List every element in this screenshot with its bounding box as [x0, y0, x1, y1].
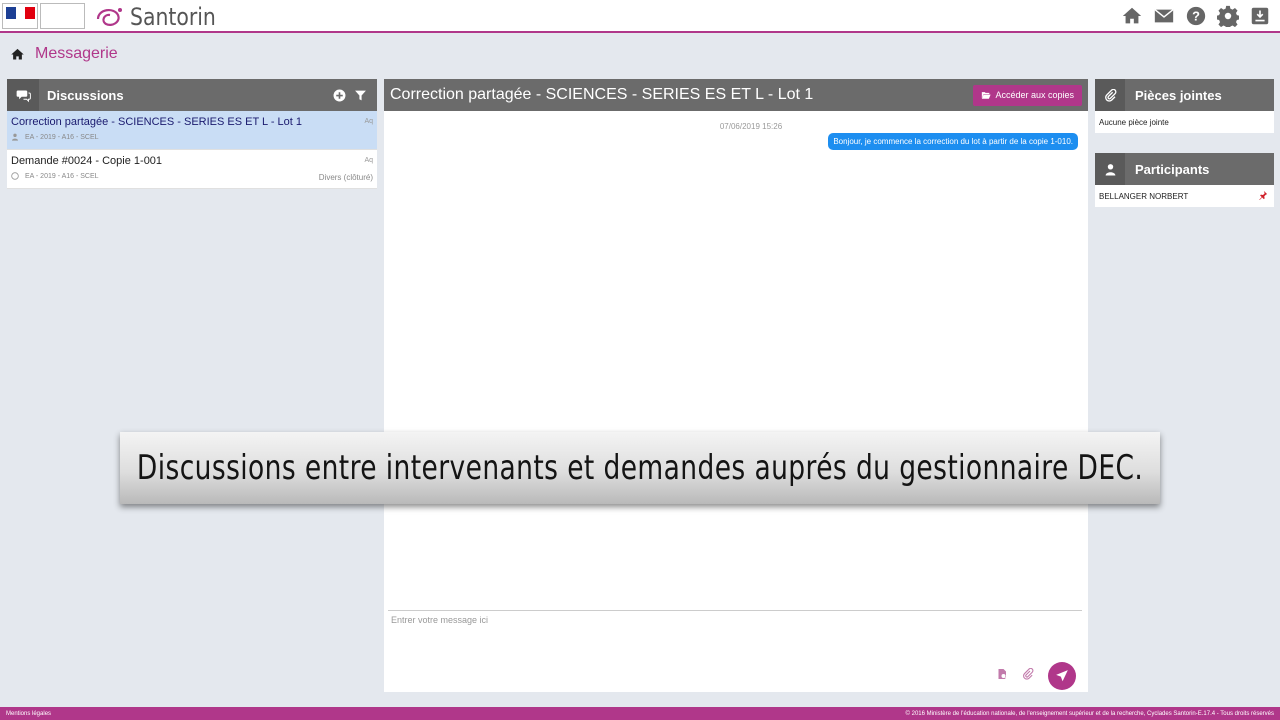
discussions-title: Discussions [47, 87, 124, 103]
caption-text: Discussions entre intervenants et demand… [136, 448, 1144, 488]
mail-icon[interactable] [1152, 4, 1176, 28]
copyright-text: © 2016 Ministère de l'éducation national… [905, 710, 1274, 717]
user-icon [12, 133, 18, 141]
legal-link[interactable]: Mentions légales [6, 711, 51, 717]
conversation-title: Correction partagée - SCIENCES - SERIES … [390, 86, 814, 103]
footer: Mentions légales © 2016 Ministère de l'é… [0, 707, 1280, 720]
home-icon[interactable] [10, 47, 25, 62]
participants-title: Participants [1135, 161, 1210, 177]
discussion-meta: EA - 2019 - A16 - SCEL [25, 172, 99, 180]
svg-text:?: ? [1192, 9, 1200, 24]
help-icon[interactable]: ? [1184, 4, 1208, 28]
paperclip-icon [1095, 79, 1125, 111]
add-discussion-icon[interactable] [333, 89, 346, 102]
discussion-title: Demande #0024 - Copie 1-001 [11, 155, 163, 167]
attachments-empty: Aucune pièce jointe [1095, 111, 1274, 133]
folder-open-icon [982, 92, 992, 99]
participant-row: BELLANGER NORBERT [1095, 185, 1274, 207]
paperclip-icon[interactable] [1022, 667, 1034, 685]
conversation-panel: Correction partagée - SCIENCES - SERIES … [384, 79, 1088, 692]
discussions-header: Discussions [7, 79, 377, 111]
user-icon [1095, 153, 1125, 185]
participants-header: Participants [1095, 153, 1274, 185]
discussion-item-1[interactable]: Correction partagée - SCIENCES - SERIES … [7, 111, 377, 150]
pin-icon[interactable] [1258, 190, 1268, 200]
attachments-panel: Pièces jointes Aucune pièce jointe [1095, 79, 1274, 133]
home-icon[interactable] [1120, 4, 1144, 28]
attachments-header: Pièces jointes [1095, 79, 1274, 111]
discussion-meta: EA - 2019 - A16 - SCEL [25, 133, 99, 141]
discussion-tag: Aq [364, 157, 373, 164]
participant-name: BELLANGER NORBERT [1099, 192, 1189, 201]
discussion-title: Correction partagée - SCIENCES - SERIES … [11, 116, 303, 128]
page-title: Messagerie [35, 45, 118, 62]
breadcrumb: Messagerie [10, 45, 118, 63]
ministry-logo [40, 3, 85, 29]
app-name: Santorin [130, 3, 216, 31]
discussions-panel: Discussions Correction partagée - SCIENC… [7, 79, 377, 189]
insert-copy-icon[interactable] [996, 667, 1008, 685]
video-caption-banner: Discussions entre intervenants et demand… [120, 432, 1160, 504]
send-button[interactable] [1048, 662, 1076, 690]
logout-icon[interactable] [1248, 4, 1272, 28]
gear-icon[interactable] [1216, 4, 1240, 28]
comments-icon [7, 79, 39, 111]
message-input[interactable] [388, 611, 1082, 661]
message-bubble: Bonjour, je commence la correction du lo… [828, 133, 1078, 150]
discussion-item-2[interactable]: Demande #0024 - Copie 1-001 EA - 2019 - … [7, 150, 377, 189]
top-bar: Santorin ? [0, 0, 1280, 33]
discussion-tag: Aq [364, 118, 373, 125]
app-logo[interactable]: Santorin [92, 2, 231, 32]
message-timestamp: 07/06/2019 15:26 [719, 122, 783, 131]
conversation-header: Correction partagée - SCIENCES - SERIES … [384, 79, 1088, 111]
question-icon [11, 172, 19, 180]
discussion-status: Divers (clôturé) [318, 173, 373, 182]
message-composer [388, 610, 1082, 690]
santorin-swirl-icon [96, 8, 122, 26]
send-icon [1056, 670, 1068, 682]
access-copies-label: Accéder aux copies [995, 90, 1074, 100]
participants-panel: Participants BELLANGER NORBERT [1095, 153, 1274, 207]
attachments-title: Pièces jointes [1135, 87, 1222, 103]
access-copies-button[interactable]: Accéder aux copies [973, 84, 1082, 106]
filter-icon[interactable] [354, 89, 367, 102]
republique-francaise-logo [2, 3, 38, 29]
